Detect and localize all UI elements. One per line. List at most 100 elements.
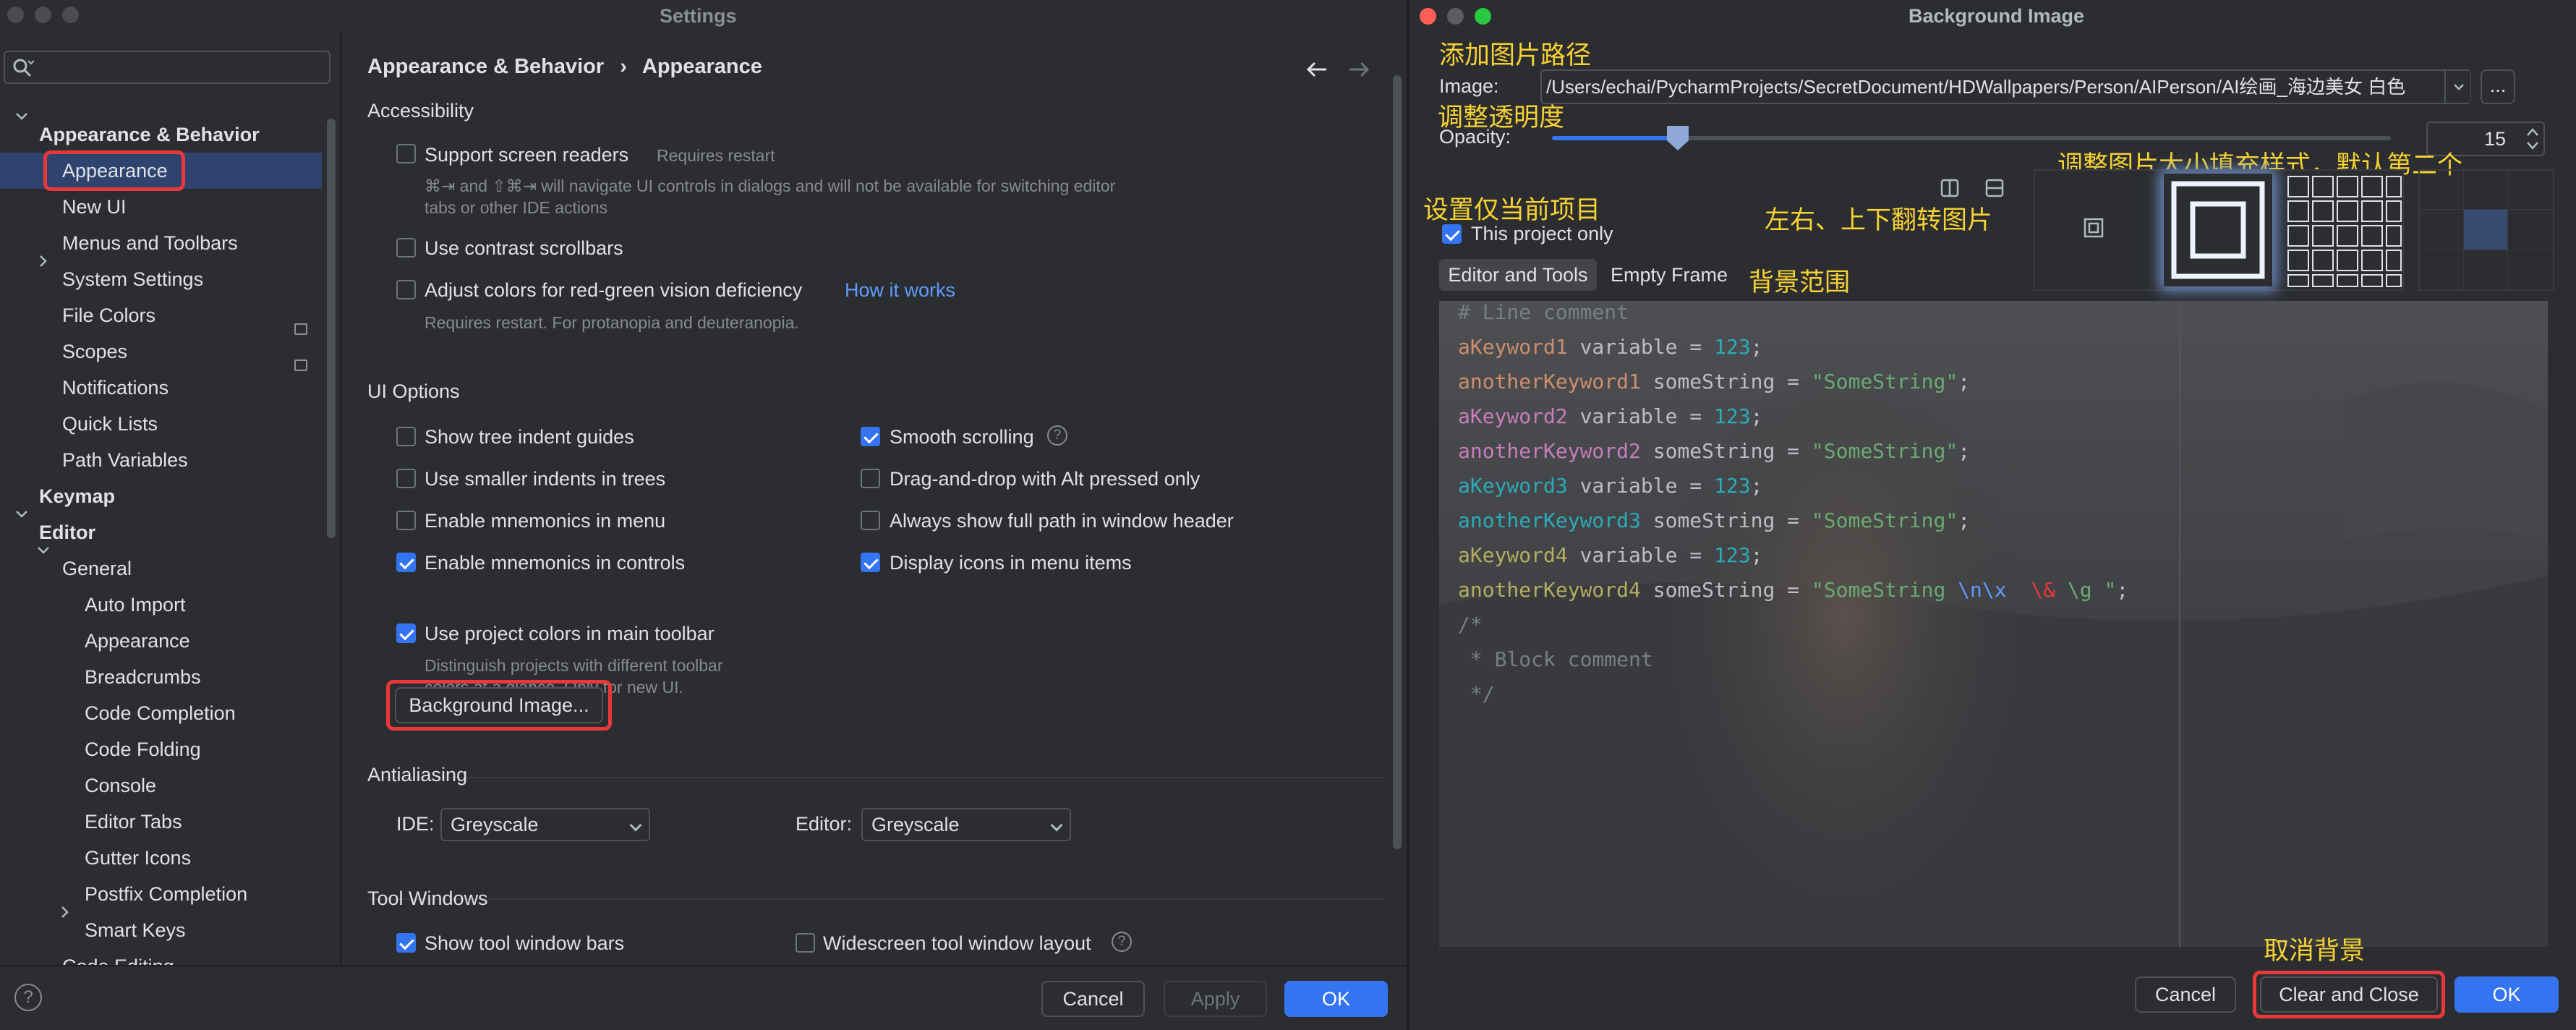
tree-indent-guides-label[interactable]: Show tree indent guides — [425, 426, 634, 448]
cancel-button[interactable]: Cancel — [1041, 981, 1145, 1017]
ide-antialiasing-select[interactable]: Greyscale — [440, 808, 650, 841]
smaller-indents-checkbox[interactable] — [396, 469, 416, 488]
fill-style-tile-icon[interactable] — [2285, 174, 2404, 289]
sidebar-item-file-colors[interactable]: File Colors — [62, 297, 155, 333]
drag-drop-alt-checkbox[interactable] — [861, 469, 880, 488]
browse-button[interactable]: ... — [2481, 69, 2515, 104]
minimize-window-button[interactable] — [35, 7, 51, 23]
chevron-down-icon[interactable] — [36, 543, 51, 558]
contrast-scrollbars-label[interactable]: Use contrast scrollbars — [425, 237, 623, 260]
close-window-button[interactable] — [1420, 8, 1436, 25]
tree-indent-guides-checkbox[interactable] — [396, 427, 416, 446]
clear-and-close-button[interactable]: Clear and Close — [2260, 976, 2438, 1013]
sidebar-item-menus-toolbars[interactable]: Menus and Toolbars — [62, 225, 238, 261]
zoom-window-button[interactable] — [1475, 8, 1491, 25]
sidebar-item-breadcrumbs[interactable]: Breadcrumbs — [85, 659, 201, 695]
anchor-top-right[interactable] — [2508, 171, 2553, 210]
help-icon[interactable]: ? — [1112, 932, 1132, 952]
screen-readers-label[interactable]: Support screen readers — [425, 144, 628, 166]
anchor-middle-right[interactable] — [2508, 210, 2553, 250]
sidebar-item-postfix-completion[interactable]: Postfix Completion — [85, 876, 247, 912]
full-path-header-label[interactable]: Always show full path in window header — [890, 510, 1234, 532]
anchor-top-left[interactable] — [2420, 171, 2464, 210]
sidebar-item-gutter-icons[interactable]: Gutter Icons — [85, 840, 191, 876]
this-project-only-label[interactable]: This project only — [1471, 223, 1613, 245]
sidebar-item-appearance-behavior[interactable]: Appearance & Behavior — [39, 116, 260, 153]
content-scrollbar[interactable] — [1393, 75, 1402, 849]
dialog-cancel-button[interactable]: Cancel — [2135, 976, 2236, 1013]
how-it-works-link[interactable]: How it works — [845, 279, 955, 302]
mnemonics-menu-label[interactable]: Enable mnemonics in menu — [425, 510, 665, 532]
spinner-arrows-icon[interactable] — [2524, 124, 2541, 153]
minimize-window-button[interactable] — [1447, 8, 1464, 25]
sidebar-item-keymap[interactable]: Keymap — [39, 478, 115, 514]
mnemonics-menu-checkbox[interactable] — [396, 511, 416, 530]
sidebar-item-path-variables[interactable]: Path Variables — [62, 442, 188, 478]
chevron-right-icon[interactable] — [36, 254, 51, 268]
smooth-scrolling-checkbox[interactable] — [861, 427, 880, 446]
dialog-ok-button[interactable]: OK — [2455, 976, 2559, 1013]
chevron-right-icon[interactable] — [58, 905, 72, 919]
screen-readers-checkbox[interactable] — [396, 144, 416, 163]
breadcrumb-parent[interactable]: Appearance & Behavior — [367, 55, 604, 78]
fill-style-scale-option[interactable] — [2164, 174, 2272, 286]
sidebar-item-code-completion[interactable]: Code Completion — [85, 695, 236, 731]
this-project-only-checkbox[interactable] — [1442, 224, 1462, 244]
anchor-top-center[interactable] — [2464, 171, 2508, 210]
widescreen-layout-label[interactable]: Widescreen tool window layout — [823, 932, 1091, 955]
widescreen-layout-checkbox[interactable] — [796, 933, 815, 953]
contrast-scrollbars-checkbox[interactable] — [396, 238, 416, 258]
anchor-bottom-right[interactable] — [2508, 250, 2553, 289]
zoom-window-button[interactable] — [62, 7, 79, 23]
smooth-scrolling-label[interactable]: Smooth scrolling — [890, 426, 1034, 448]
apply-button[interactable]: Apply — [1164, 981, 1267, 1017]
chevron-down-icon[interactable] — [14, 507, 29, 522]
anchor-middle-left[interactable] — [2420, 210, 2464, 250]
flip-horizontal-icon[interactable] — [1938, 176, 1961, 200]
sidebar-item-editor-appearance[interactable]: Appearance — [85, 623, 190, 659]
anchor-bottom-left[interactable] — [2420, 250, 2464, 289]
sidebar-item-smart-keys[interactable]: Smart Keys — [85, 912, 186, 948]
back-arrow-icon[interactable] — [1306, 61, 1328, 78]
anchor-bottom-center[interactable] — [2464, 250, 2508, 289]
mnemonics-controls-checkbox[interactable] — [396, 553, 416, 572]
tool-window-bars-checkbox[interactable] — [396, 933, 416, 953]
sidebar-scrollbar[interactable] — [327, 119, 336, 538]
search-input[interactable] — [4, 51, 330, 84]
mnemonics-controls-label[interactable]: Enable mnemonics in controls — [425, 552, 685, 574]
sidebar-item-system-settings[interactable]: System Settings — [62, 261, 203, 297]
project-colors-checkbox[interactable] — [396, 623, 416, 643]
red-green-label[interactable]: Adjust colors for red-green vision defic… — [425, 279, 802, 302]
project-colors-label[interactable]: Use project colors in main toolbar — [425, 623, 715, 645]
sidebar-item-auto-import[interactable]: Auto Import — [85, 587, 186, 623]
help-button[interactable]: ? — [14, 984, 42, 1011]
sidebar-item-new-ui[interactable]: New UI — [62, 189, 127, 225]
fill-style-center-icon[interactable] — [2083, 217, 2104, 239]
sidebar-item-scopes[interactable]: Scopes — [62, 333, 127, 370]
tab-editor-and-tools[interactable]: Editor and Tools — [1439, 259, 1597, 291]
menu-icons-checkbox[interactable] — [861, 553, 880, 572]
sidebar-item-notifications[interactable]: Notifications — [62, 370, 169, 406]
menu-icons-label[interactable]: Display icons in menu items — [890, 552, 1132, 574]
image-path-field[interactable]: /Users/echai/PycharmProjects/SecretDocum… — [1540, 69, 2471, 104]
tab-empty-frame[interactable]: Empty Frame — [1603, 259, 1736, 291]
background-image-button[interactable]: Background Image... — [395, 687, 603, 723]
smaller-indents-label[interactable]: Use smaller indents in trees — [425, 468, 665, 490]
editor-antialiasing-select[interactable]: Greyscale — [861, 808, 1071, 841]
tool-window-bars-label[interactable]: Show tool window bars — [425, 932, 624, 955]
sidebar-item-appearance[interactable]: Appearance — [62, 153, 168, 189]
drag-drop-alt-label[interactable]: Drag-and-drop with Alt pressed only — [890, 468, 1200, 490]
path-history-dropdown[interactable] — [2444, 71, 2470, 103]
sidebar-item-editor-tabs[interactable]: Editor Tabs — [85, 804, 182, 840]
ok-button[interactable]: OK — [1284, 981, 1388, 1017]
close-window-button[interactable] — [7, 7, 24, 23]
sidebar-item-quick-lists[interactable]: Quick Lists — [62, 406, 158, 442]
chevron-down-icon[interactable] — [14, 109, 29, 124]
flip-vertical-icon[interactable] — [1983, 176, 2006, 200]
anchor-center[interactable] — [2464, 210, 2508, 250]
sidebar-item-general[interactable]: General — [62, 550, 132, 587]
red-green-checkbox[interactable] — [396, 280, 416, 299]
forward-arrow-icon[interactable] — [1348, 61, 1370, 78]
sidebar-item-code-folding[interactable]: Code Folding — [85, 731, 201, 767]
full-path-header-checkbox[interactable] — [861, 511, 880, 530]
